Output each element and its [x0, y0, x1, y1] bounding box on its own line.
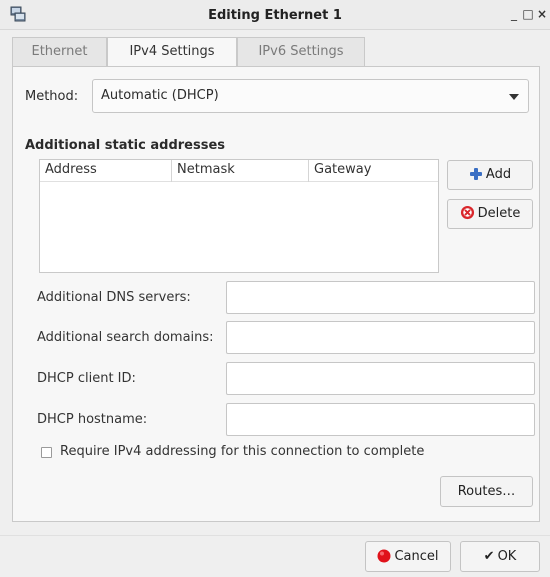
method-label: Method:: [25, 89, 79, 104]
column-header-netmask[interactable]: Netmask: [172, 160, 309, 182]
require-ipv4-label[interactable]: Require IPv4 addressing for this connect…: [60, 444, 424, 459]
column-header-address[interactable]: Address: [40, 160, 172, 182]
method-dropdown[interactable]: Automatic (DHCP): [92, 79, 529, 113]
column-header-gateway[interactable]: Gateway: [309, 160, 438, 182]
dhcp-hostname-input[interactable]: [226, 403, 535, 436]
tab-ipv6-settings[interactable]: IPv6 Settings: [237, 37, 365, 67]
routes-button[interactable]: Routes…: [440, 476, 533, 507]
ok-label: OK: [497, 549, 517, 564]
ok-button[interactable]: ✔ OK: [460, 541, 540, 572]
window-title: Editing Ethernet 1: [208, 8, 342, 23]
footer-divider: [0, 535, 550, 536]
maximize-button[interactable]: □: [522, 6, 534, 22]
close-button[interactable]: ×: [536, 6, 548, 22]
tab-ethernet[interactable]: Ethernet: [12, 37, 107, 67]
minimize-button[interactable]: _: [508, 6, 520, 22]
dhcp-client-id-input[interactable]: [226, 362, 535, 395]
cancel-icon: [377, 549, 391, 562]
static-addresses-title: Additional static addresses: [25, 138, 226, 153]
plus-icon: [469, 167, 482, 180]
cancel-label: Cancel: [394, 549, 439, 564]
add-label: Add: [485, 167, 512, 182]
cancel-button[interactable]: Cancel: [365, 541, 451, 572]
dhcp-hostname-label: DHCP hostname:: [37, 412, 148, 427]
delete-address-button[interactable]: Delete: [447, 199, 533, 229]
tab-ipv4-settings[interactable]: IPv4 Settings: [107, 37, 237, 68]
add-address-button[interactable]: Add: [447, 160, 533, 190]
method-value: Automatic (DHCP): [101, 88, 219, 103]
static-addresses-table[interactable]: Address Netmask Gateway: [39, 159, 439, 273]
table-header: Address Netmask Gateway: [40, 160, 438, 182]
title-bar[interactable]: Editing Ethernet 1 _ □ ×: [0, 0, 550, 30]
checkmark-icon: ✔: [483, 549, 495, 564]
delete-icon: [460, 205, 474, 220]
require-ipv4-checkbox[interactable]: [41, 447, 52, 458]
dns-servers-input[interactable]: [226, 281, 535, 314]
search-domains-label: Additional search domains:: [37, 330, 214, 345]
dhcp-client-id-label: DHCP client ID:: [37, 371, 136, 386]
search-domains-input[interactable]: [226, 321, 535, 354]
delete-label: Delete: [477, 206, 521, 221]
chevron-down-icon: [509, 94, 519, 100]
ipv4-settings-panel: Method: Automatic (DHCP) Additional stat…: [12, 66, 540, 522]
dns-servers-label: Additional DNS servers:: [37, 290, 191, 305]
